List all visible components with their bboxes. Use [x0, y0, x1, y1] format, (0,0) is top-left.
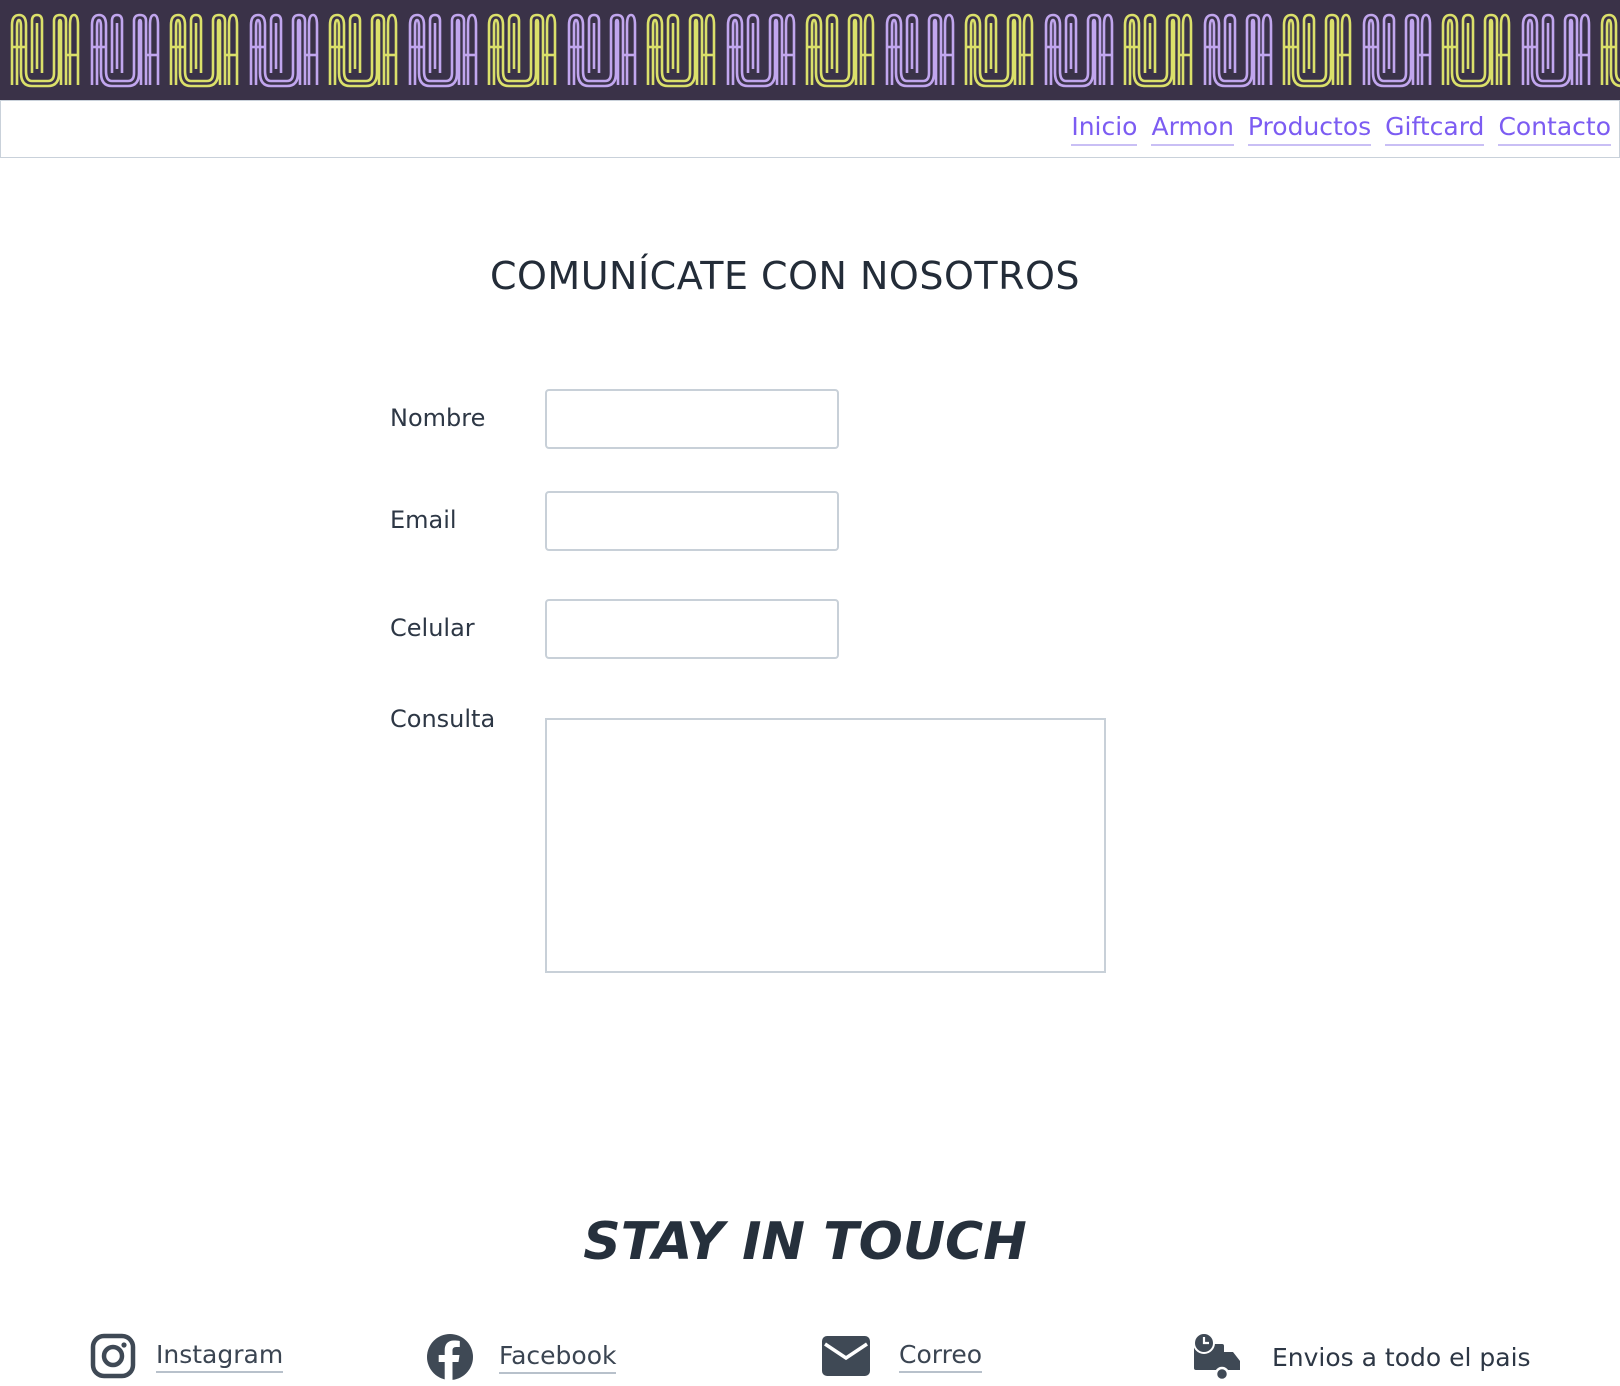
nav-links: Inicio Armon Productos Giftcard Contacto: [1071, 111, 1611, 146]
instagram-link[interactable]: Instagram: [156, 1339, 284, 1373]
armon-logo-tile: [1437, 10, 1513, 92]
facebook-link[interactable]: Facebook: [499, 1340, 617, 1374]
armon-logo-tile: [881, 10, 957, 92]
armon-logo-tile: [483, 10, 559, 92]
instagram-icon[interactable]: [90, 1333, 136, 1379]
armon-logo-mark: [1521, 13, 1590, 88]
armon-logo-mark: [1044, 13, 1113, 88]
banner-logo-row: [6, 10, 1620, 92]
brand-banner: [0, 0, 1620, 100]
consulta-textarea[interactable]: [545, 718, 1106, 973]
armon-logo-tile: [245, 10, 321, 92]
armon-logo-tile: [404, 10, 480, 92]
correo-contact: Correo: [822, 1336, 982, 1376]
nav-link-productos[interactable]: Productos: [1247, 111, 1372, 146]
armon-logo-tile: [1596, 10, 1620, 92]
armon-logo-tile: [1278, 10, 1354, 92]
instagram-contact: Instagram: [90, 1333, 284, 1379]
armon-logo-mark: [1123, 13, 1193, 88]
armon-logo-tile: [324, 10, 400, 92]
armon-logo-tile: [86, 10, 162, 92]
armon-logo-mark: [487, 13, 557, 88]
armon-logo-mark: [1203, 13, 1272, 88]
armon-logo-mark: [249, 13, 318, 88]
armon-logo-mark: [567, 13, 636, 88]
armon-logo-mark: [408, 13, 477, 88]
armon-logo-tile: [642, 10, 718, 92]
armon-logo-tile: [563, 10, 639, 92]
armon-logo-mark: [1362, 13, 1431, 88]
armon-logo-mark: [1282, 13, 1352, 88]
correo-link[interactable]: Correo: [899, 1339, 982, 1373]
armon-logo-mark: [885, 13, 954, 88]
nombre-label: Nombre: [390, 404, 486, 432]
facebook-contact: Facebook: [426, 1333, 617, 1381]
armon-logo-mark: [10, 13, 80, 88]
armon-logo-tile: [722, 10, 798, 92]
armon-logo-mark: [1600, 13, 1620, 88]
celular-input[interactable]: [545, 599, 839, 659]
armon-logo-mark: [646, 13, 716, 88]
armon-logo-mark: [964, 13, 1034, 88]
celular-label: Celular: [390, 614, 475, 642]
envelope-icon[interactable]: [822, 1336, 870, 1376]
armon-logo-tile: [801, 10, 877, 92]
facebook-icon[interactable]: [426, 1333, 474, 1381]
armon-logo-tile: [960, 10, 1036, 92]
nav-link-giftcard[interactable]: Giftcard: [1385, 111, 1485, 146]
armon-logo-tile: [1517, 10, 1593, 92]
armon-logo-tile: [6, 10, 82, 92]
page-title: COMUNÍCATE CON NOSOTROS: [489, 254, 1081, 298]
armon-logo-tile: [1040, 10, 1116, 92]
top-navigation: Inicio Armon Productos Giftcard Contacto: [0, 100, 1620, 158]
armon-logo-tile: [1358, 10, 1434, 92]
nombre-input[interactable]: [545, 389, 839, 449]
armon-logo-mark: [805, 13, 875, 88]
envios-info: Envios a todo el pais: [1192, 1332, 1531, 1382]
consulta-label: Consulta: [390, 705, 496, 733]
armon-logo-tile: [165, 10, 241, 92]
armon-logo-tile: [1119, 10, 1195, 92]
armon-logo-mark: [90, 13, 159, 88]
stay-in-touch-title: STAY IN TOUCH: [583, 1212, 1027, 1272]
email-input[interactable]: [545, 491, 839, 551]
email-label: Email: [390, 506, 457, 534]
armon-logo-tile: [1199, 10, 1275, 92]
armon-logo-mark: [726, 13, 795, 88]
armon-logo-mark: [169, 13, 239, 88]
delivery-truck-icon: [1192, 1332, 1242, 1382]
nav-link-armon[interactable]: Armon: [1151, 111, 1234, 146]
armon-logo-mark: [328, 13, 398, 88]
nav-link-contacto[interactable]: Contacto: [1498, 111, 1611, 146]
armon-logo-mark: [1441, 13, 1511, 88]
nav-link-inicio[interactable]: Inicio: [1071, 111, 1138, 146]
envios-text: Envios a todo el pais: [1272, 1342, 1531, 1372]
